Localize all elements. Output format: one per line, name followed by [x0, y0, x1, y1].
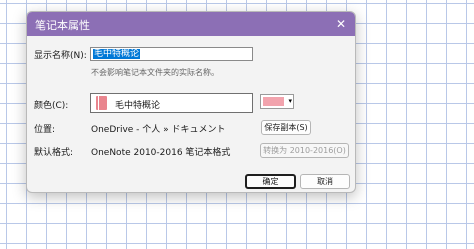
notebook-color-preview: 毛中特概论: [90, 93, 253, 113]
cancel-button[interactable]: 取消: [300, 174, 350, 189]
location-label: 位置:: [34, 125, 56, 135]
notebook-properties-dialog: 笔记本属性 ✕ 显示名称(N): 毛中特概论 不会影响笔记本文件夹的实际名称。 …: [26, 11, 356, 193]
ok-button[interactable]: 确定: [245, 174, 296, 189]
dialog-title: 笔记本属性: [35, 19, 90, 32]
color-label: 颜色(C):: [34, 101, 69, 111]
notebook-color-name: 毛中特概论: [115, 101, 161, 111]
display-name-hint: 不会影响笔记本文件夹的实际名称。: [91, 68, 219, 77]
display-name-value: 毛中特概论: [93, 49, 141, 59]
chevron-down-icon: ▾: [288, 97, 292, 105]
location-value: OneDrive - 个人 » ドキュメント: [91, 125, 226, 135]
close-icon[interactable]: ✕: [333, 16, 349, 32]
notebook-icon: [96, 96, 107, 110]
color-swatch: [263, 97, 284, 106]
default-format-value: OneNote 2010-2016 笔记本格式: [91, 148, 231, 158]
convert-format-button[interactable]: 转换为 2010-2016(O): [260, 143, 349, 158]
display-name-label: 显示名称(N):: [34, 51, 87, 61]
color-picker-dropdown[interactable]: ▾: [260, 94, 294, 109]
default-format-label: 默认格式:: [34, 148, 74, 158]
display-name-input[interactable]: 毛中特概论: [90, 47, 253, 61]
save-copy-button[interactable]: 保存副本(S): [261, 120, 311, 135]
dialog-titlebar: 笔记本属性 ✕: [27, 12, 355, 36]
